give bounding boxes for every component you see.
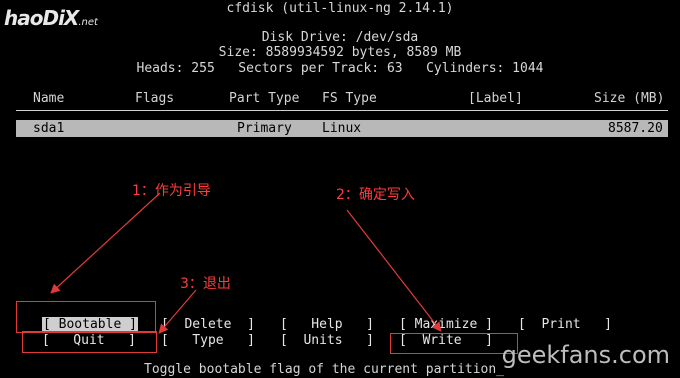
annotation-write: 2：确定写入 — [336, 187, 415, 203]
arrow-to-quit — [158, 289, 197, 334]
geekfans-watermark: geekfans.com — [501, 341, 670, 369]
arrow-to-write — [346, 209, 442, 332]
annotation-bootable: 1：作为引导 — [132, 183, 211, 199]
arrow-to-bootable — [50, 192, 161, 294]
annotation-quit: 3：退出 — [180, 276, 231, 292]
